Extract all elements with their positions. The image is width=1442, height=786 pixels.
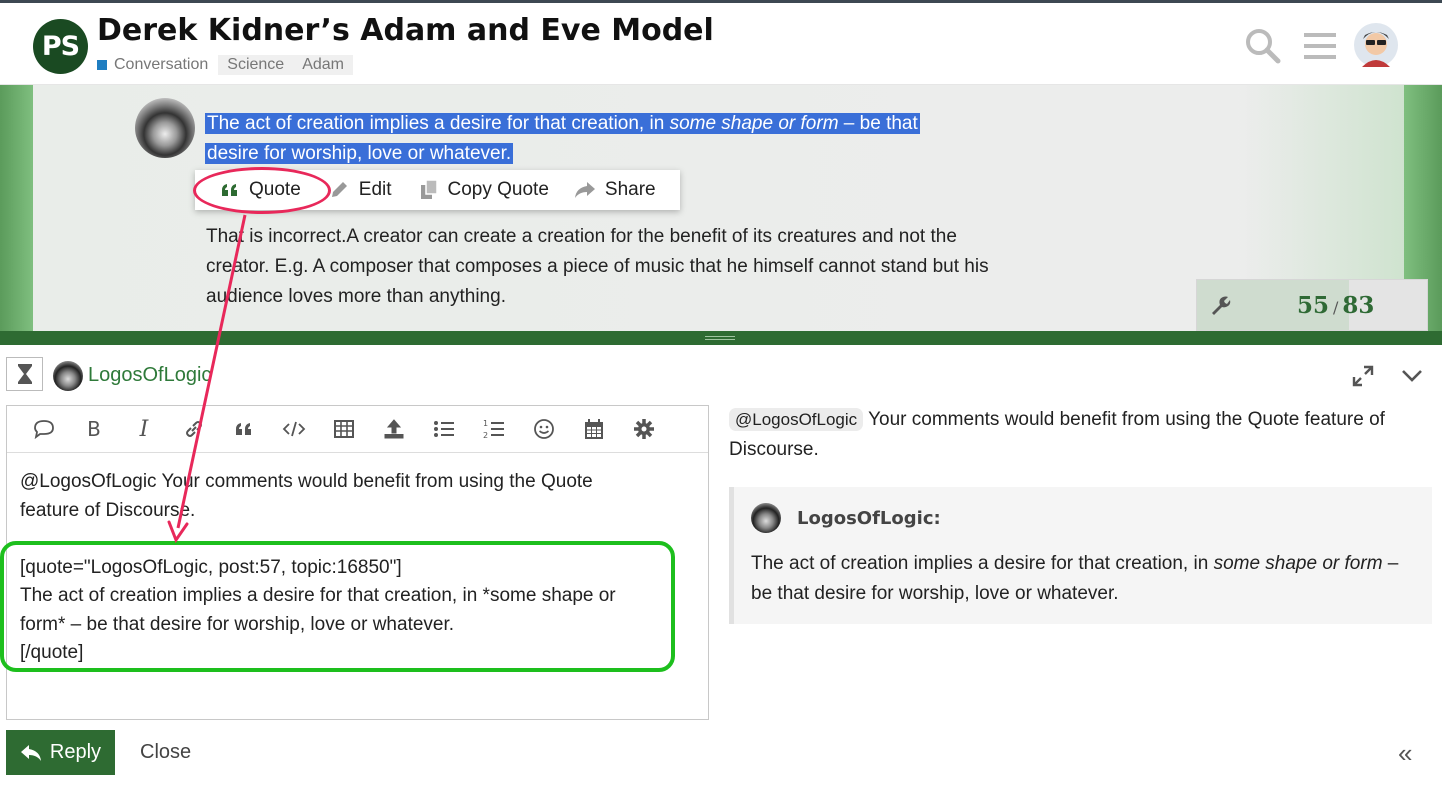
share-icon [574, 182, 595, 198]
copy-quote-button[interactable]: Copy Quote [419, 170, 549, 210]
search-icon[interactable] [1244, 27, 1282, 65]
drag-grip-icon[interactable] [705, 336, 735, 340]
emoji-icon[interactable] [519, 406, 569, 453]
quote-author-name[interactable]: LogosOfLogic: [797, 508, 941, 529]
share-button[interactable]: Share [574, 170, 656, 210]
mention-link[interactable]: @LogosOfLogic [729, 408, 864, 431]
pencil-icon [331, 182, 347, 197]
reply-button[interactable]: Reply [6, 730, 115, 775]
italic-icon[interactable]: I [119, 406, 169, 453]
blockquote-icon[interactable] [219, 406, 269, 453]
quote-text: The act of creation implies a desire for… [751, 553, 1399, 604]
annotation-green-box [0, 541, 675, 672]
edit-button[interactable]: Edit [329, 170, 392, 210]
site-header: PS Derek Kidner’s Adam and Eve Model Con… [0, 0, 1442, 85]
tag-adam[interactable]: Adam [293, 55, 353, 75]
numbered-list-icon[interactable]: 12 [469, 406, 519, 453]
category-link[interactable]: Conversation [114, 56, 208, 74]
svg-text:2: 2 [483, 431, 488, 440]
topic-progress-count: 55/83 [1297, 292, 1375, 319]
hamburger-menu-icon[interactable] [1303, 31, 1337, 61]
category-color-badge [97, 60, 107, 70]
composer-user-avatar [53, 361, 83, 391]
expand-icon[interactable] [1352, 365, 1374, 387]
chevron-down-icon[interactable] [1401, 368, 1423, 384]
reply-icon [20, 744, 41, 761]
calendar-icon[interactable] [569, 406, 619, 453]
preview-intro-text: @LogosOfLogic Your comments would benefi… [729, 408, 1385, 460]
post-body-text: That is incorrect.A creator can create a… [206, 226, 989, 307]
code-icon[interactable] [269, 406, 319, 453]
double-chevron-left-icon[interactable]: « [1398, 740, 1412, 766]
close-button[interactable]: Close [140, 741, 191, 764]
copy-icon [420, 179, 438, 199]
composer-preview: @LogosOfLogic Your comments would benefi… [729, 405, 1434, 624]
post-author-avatar[interactable] [135, 98, 195, 158]
wrench-icon[interactable] [1209, 294, 1231, 316]
gear-icon[interactable] [619, 406, 669, 453]
bold-icon[interactable]: B [69, 406, 119, 453]
topic-progress[interactable]: 55/83 [1196, 279, 1428, 331]
quote-author-avatar[interactable] [751, 503, 781, 533]
preview-blockquote: LogosOfLogic: The act of creation implie… [729, 487, 1432, 624]
site-logo[interactable]: PS [33, 19, 88, 74]
user-avatar[interactable] [1354, 23, 1398, 67]
tag-science[interactable]: Science [218, 55, 294, 75]
composer-username[interactable]: LogosOfLogic [88, 364, 211, 387]
selection-line-2: desire for worship, love or whatever. [205, 143, 514, 164]
selection-line-1: The act of creation implies a desire for… [205, 113, 920, 134]
selected-post-text[interactable]: The act of creation implies a desire for… [205, 109, 965, 169]
toggle-preview-icon[interactable] [19, 406, 69, 453]
editor-toolbar: B I 12 [7, 406, 708, 453]
bullet-list-icon[interactable] [419, 406, 469, 453]
table-icon[interactable] [319, 406, 369, 453]
link-icon[interactable] [169, 406, 219, 453]
topic-title[interactable]: Derek Kidner’s Adam and Eve Model [97, 13, 714, 48]
annotation-red-ellipse [193, 167, 331, 214]
hourglass-icon[interactable] [6, 357, 43, 391]
topic-meta: Conversation Science Adam [97, 55, 353, 75]
upload-icon[interactable] [369, 406, 419, 453]
svg-text:1: 1 [483, 419, 488, 428]
